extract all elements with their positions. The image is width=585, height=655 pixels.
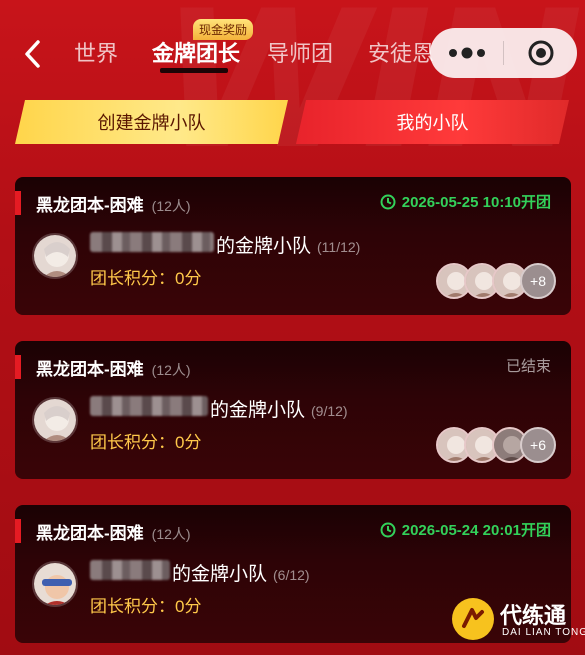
team-suffix: 的金牌小队 (210, 400, 306, 421)
close-button[interactable] (504, 28, 577, 78)
team-slots: (6/12) (273, 567, 310, 583)
team-slots: (9/12) (311, 403, 348, 419)
dungeon-capacity: (12人) (151, 362, 191, 378)
tab-mentor[interactable]: 导师团 (267, 36, 333, 68)
leader-score: 团长积分：0分 (90, 269, 202, 288)
miniprogram-capsule (430, 28, 577, 78)
start-time-text: 2026-05-25 10:10开团 (401, 194, 551, 211)
dungeon-name: 黑龙团本-困难 (12人) (36, 519, 191, 544)
team-slots: (11/12) (317, 239, 361, 255)
header: 世界 金牌团长 现金奖励 导师团 安徒恩 (0, 0, 585, 100)
create-gold-team-button[interactable]: 创建金牌小队 (15, 100, 288, 144)
team-suffix: 的金牌小队 (216, 236, 312, 257)
avatar (32, 561, 78, 607)
start-time-text: 2026-05-24 20:01开团 (401, 522, 551, 539)
clock-icon (380, 194, 396, 209)
leader-score: 团长积分：0分 (90, 433, 202, 452)
tab-gold-leader[interactable]: 金牌团长 (152, 36, 240, 68)
team-suffix: 的金牌小队 (172, 564, 268, 585)
clock-icon (380, 522, 396, 537)
team-name: 的金牌小队 (9/12) (90, 395, 348, 422)
target-close-icon (528, 40, 553, 66)
more-members-count: +8 (520, 263, 556, 299)
dungeon-capacity: (12人) (151, 198, 191, 214)
team-name: 的金牌小队 (6/12) (90, 559, 310, 586)
watermark-subtitle: DAI LIAN TONG (502, 627, 585, 638)
blurred-username (90, 232, 214, 252)
blurred-username (90, 560, 170, 580)
ended-status: 已结束 (506, 355, 551, 376)
more-dots-icon (448, 47, 485, 59)
card-accent (15, 519, 21, 543)
leader-score: 团长积分：0分 (90, 597, 202, 616)
dungeon-title: 黑龙团本-困难 (36, 524, 144, 543)
avatar (32, 233, 78, 279)
member-avatars: +8 (436, 263, 556, 299)
team-card[interactable]: 黑龙团本-困难 (12人) 2026-05-25 10:10开团 的金牌小队 (1… (15, 177, 571, 315)
status-text: 已结束 (505, 358, 551, 375)
chevron-left-icon (25, 40, 40, 68)
logo-icon (452, 598, 494, 640)
start-time-status: 2026-05-25 10:10开团 (380, 191, 551, 212)
avatar (32, 397, 78, 443)
start-time-status: 2026-05-24 20:01开团 (380, 519, 551, 540)
watermark-title: 代练通 (500, 604, 567, 629)
dungeon-title: 黑龙团本-困难 (36, 360, 144, 379)
watermark-logo: 代练通 DAI LIAN TONG (452, 590, 585, 650)
more-members-count: +6 (520, 427, 556, 463)
blurred-username (90, 396, 208, 416)
more-button[interactable] (430, 28, 503, 78)
dungeon-capacity: (12人) (151, 526, 191, 542)
cash-reward-badge: 现金奖励 (193, 19, 254, 40)
tab-anton[interactable]: 安徒恩 (368, 36, 434, 68)
active-tab-indicator (160, 68, 228, 73)
dungeon-title: 黑龙团本-困难 (36, 196, 144, 215)
dungeon-name: 黑龙团本-困难 (12人) (36, 355, 191, 380)
team-card[interactable]: 黑龙团本-困难 (12人) 已结束 的金牌小队 (9/12) 团长积分：0分 +6 (15, 341, 571, 479)
back-button[interactable] (18, 36, 48, 72)
member-avatars: +6 (436, 427, 556, 463)
team-name: 的金牌小队 (11/12) (90, 231, 360, 258)
dungeon-name: 黑龙团本-困难 (12人) (36, 191, 191, 216)
card-accent (15, 355, 21, 379)
tab-world[interactable]: 世界 (74, 36, 118, 68)
my-team-button[interactable]: 我的小队 (296, 100, 569, 144)
card-accent (15, 191, 21, 215)
